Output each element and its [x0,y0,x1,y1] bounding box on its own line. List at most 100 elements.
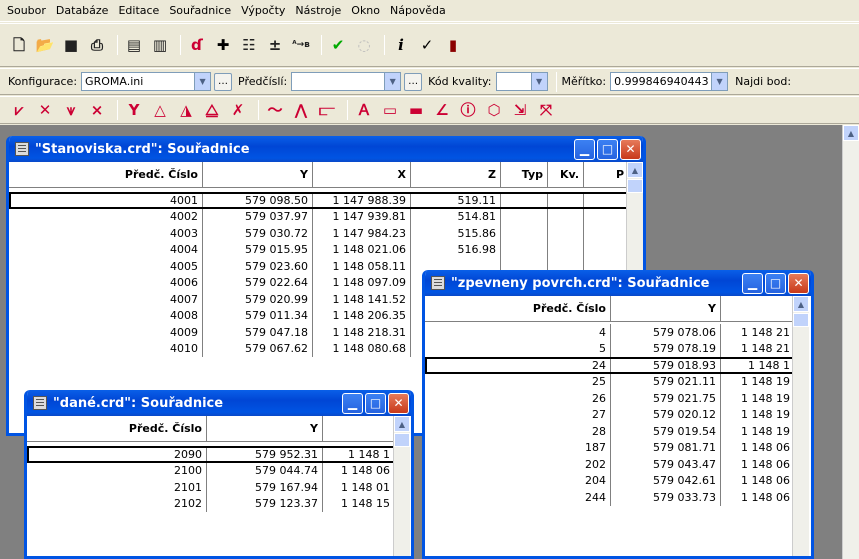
table-cell[interactable]: 579 042.61 [611,472,721,489]
table-cell[interactable]: 579 167.94 [207,479,323,496]
table-cell[interactable]: 1 148 06 [721,456,795,473]
table-cell[interactable]: 4010 [9,340,203,357]
table-cell[interactable]: 579 098.50 [203,192,313,209]
table-cell[interactable] [584,208,629,225]
table-row[interactable]: 26 579 021.75 1 148 19 [425,390,795,407]
scroll-thumb[interactable] [793,313,809,327]
column-header[interactable]: Typ [501,162,548,187]
table-cell[interactable]: 1 148 15 [323,495,395,512]
table-cell[interactable]: 27 [425,406,611,423]
menu-napoveda[interactable]: Nápověda [385,0,451,22]
table-cell[interactable]: 579 033.73 [611,489,721,506]
menu-soubor[interactable]: Soubor [2,0,51,22]
menu-souradnice[interactable]: Souřadnice [164,0,236,22]
table-cell[interactable] [548,241,584,258]
table-cell[interactable]: 4001 [9,192,203,209]
table-cell[interactable]: 1 148 06 [721,489,795,506]
table-row[interactable]: 204 579 042.61 1 148 06 [425,472,795,489]
table-cell[interactable]: 514.81 [411,208,501,225]
table-cell[interactable]: 1 148 206.35 [313,307,411,324]
table-cell[interactable]: 579 044.74 [207,462,323,479]
scroll-up-icon[interactable]: ▲ [627,162,643,178]
table-row[interactable]: 187 579 081.71 1 148 06 [425,439,795,456]
main-vertical-scrollbar[interactable]: ▲ [842,125,859,559]
minimize-button[interactable]: ▁ [742,272,763,294]
table-cell[interactable]: 1 148 19 [721,423,795,440]
column-header[interactable]: X [313,162,411,187]
table-cell[interactable]: 4003 [9,225,203,242]
table-cell[interactable]: 579 022.64 [203,274,313,291]
table-cell[interactable]: 4007 [9,291,203,308]
browse-prefix-button[interactable]: … [404,72,423,91]
window-titlebar[interactable]: "Stanoviska.crd": Souřadnice ▁ □ ✕ [9,136,643,162]
print-icon[interactable]: ⎙ [86,34,108,56]
table-cell[interactable] [501,241,548,258]
scroll-up-icon[interactable]: ▲ [793,296,809,312]
table-row[interactable]: 4 579 078.06 1 148 21 [425,324,795,341]
table-cell[interactable]: 579 020.12 [611,406,721,423]
column-header[interactable]: Z [411,162,501,187]
table-cell[interactable] [501,208,548,225]
table-vertical-scrollbar[interactable]: ▲ [792,296,809,556]
triangle2-icon[interactable]: ◮ [175,99,197,121]
fork-icon[interactable]: Y [123,99,145,121]
prefix-select[interactable]: ▼ [291,72,402,91]
scroll-up-icon[interactable]: ▲ [843,125,859,141]
chevron-down-icon[interactable]: ▼ [711,73,728,90]
angle-icon[interactable]: ∠ [431,99,453,121]
draw-x2-icon[interactable]: ⨯ [86,99,108,121]
draw-v1-icon[interactable]: ⩗ [8,99,30,121]
help-icon[interactable]: ⓘ [457,99,479,121]
polyline-icon[interactable]: 〜 [264,99,286,121]
scroll-thumb[interactable] [394,433,410,447]
column-header[interactable]: Předč. Číslo [425,296,611,321]
table-cell[interactable]: 2101 [27,479,207,496]
table-cell[interactable]: 4 [425,324,611,341]
table-cell[interactable]: 1 148 06 [323,462,395,479]
arrow-v-icon[interactable]: ⇲ [509,99,531,121]
table-row[interactable]: 25 579 021.11 1 148 19 [425,373,795,390]
table-row[interactable]: 2090 579 952.31 1 148 1 [27,446,395,463]
menu-vypocty[interactable]: Výpočty [236,0,290,22]
polyline2-icon[interactable]: ⋀ [290,99,312,121]
checkmark-icon[interactable]: ✓ [416,34,438,56]
book-icon[interactable]: ▮ [442,34,464,56]
rect2-icon[interactable]: ▬ [405,99,427,121]
menu-nastroje[interactable]: Nástroje [290,0,346,22]
table-cell[interactable] [501,192,548,209]
table-cell[interactable]: 579 047.18 [203,324,313,341]
table-cell[interactable]: 1 148 06 [721,439,795,456]
plus-icon[interactable]: ✚ [212,34,234,56]
ab-icon[interactable]: ᴬ→ʙ [290,34,312,56]
table-cell[interactable] [548,208,584,225]
maximize-button[interactable]: □ [765,272,786,294]
table-cell[interactable]: 28 [425,423,611,440]
table-cell[interactable]: 202 [425,456,611,473]
table-cell[interactable] [501,225,548,242]
window-titlebar[interactable]: "zpevneny povrch.crd": Souřadnice ▁ □ ✕ [425,270,811,296]
scroll-thumb[interactable] [627,179,643,193]
table-cell[interactable]: 579 021.11 [611,373,721,390]
table-cell[interactable]: 579 067.62 [203,340,313,357]
close-button[interactable]: ✕ [620,138,641,160]
table-cell[interactable]: 1 148 19 [721,406,795,423]
menu-editace[interactable]: Editace [113,0,164,22]
triangle3-icon[interactable]: ⧋ [201,99,223,121]
check-chart-icon[interactable]: ✔ [327,34,349,56]
table-cell[interactable]: 579 043.47 [611,456,721,473]
table-cell[interactable]: 579 020.99 [203,291,313,308]
column-header[interactable]: Předč. Číslo [9,162,203,187]
table-cell[interactable]: 24 [425,357,611,374]
table-cell[interactable]: 1 147 984.23 [313,225,411,242]
minimize-button[interactable]: ▁ [574,138,595,160]
table-cell[interactable]: 579 019.54 [611,423,721,440]
maximize-button[interactable]: □ [365,392,386,414]
column-header[interactable]: Y [203,162,313,187]
table-row[interactable]: 4002 579 037.97 1 147 939.81 514.81 [9,208,629,225]
column-header[interactable]: Kv. [548,162,584,187]
table-cell[interactable]: 579 021.75 [611,390,721,407]
table-cell[interactable]: 579 081.71 [611,439,721,456]
triangle1-icon[interactable]: △ [149,99,171,121]
draw-x1-icon[interactable]: ✕ [34,99,56,121]
table-cell[interactable] [584,241,629,258]
